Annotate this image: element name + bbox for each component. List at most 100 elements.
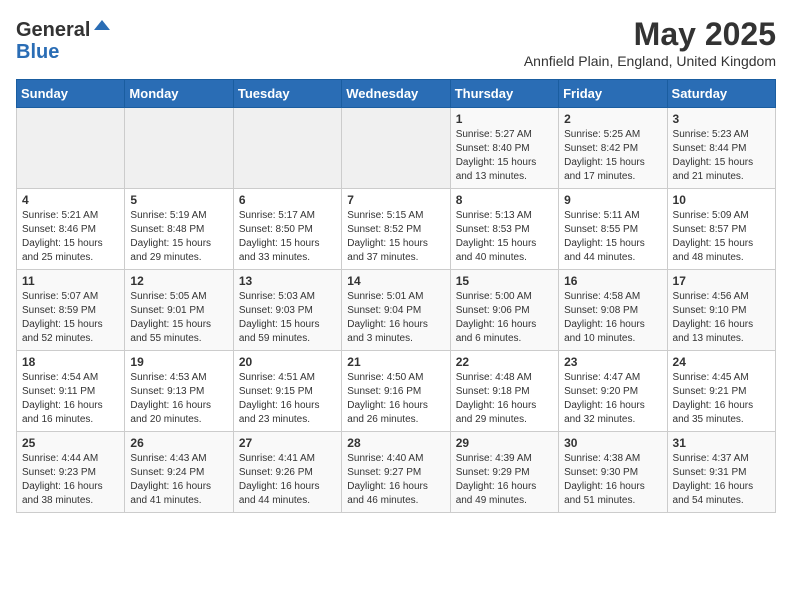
calendar-week-1: 1 Sunrise: 5:27 AMSunset: 8:40 PMDaylight… — [17, 108, 776, 189]
day-number: 18 — [22, 355, 119, 369]
day-info: Sunrise: 5:15 AMSunset: 8:52 PMDaylight:… — [347, 209, 444, 265]
calendar-cell — [342, 108, 450, 189]
day-number: 19 — [130, 355, 227, 369]
day-info: Sunrise: 4:45 AMSunset: 9:21 PMDaylight:… — [673, 371, 770, 427]
day-number: 29 — [456, 436, 553, 450]
day-number: 16 — [564, 274, 661, 288]
calendar-cell: 29 Sunrise: 4:39 AMSunset: 9:29 PMDayligh… — [450, 432, 558, 513]
day-info: Sunrise: 4:37 AMSunset: 9:31 PMDaylight:… — [673, 452, 770, 508]
day-info: Sunrise: 5:19 AMSunset: 8:48 PMDaylight:… — [130, 209, 227, 265]
calendar-cell: 20 Sunrise: 4:51 AMSunset: 9:15 PMDayligh… — [233, 351, 341, 432]
day-info: Sunrise: 4:54 AMSunset: 9:11 PMDaylight:… — [22, 371, 119, 427]
day-number: 27 — [239, 436, 336, 450]
day-number: 2 — [564, 112, 661, 126]
day-number: 11 — [22, 274, 119, 288]
column-header-thursday: Thursday — [450, 80, 558, 108]
day-info: Sunrise: 4:48 AMSunset: 9:18 PMDaylight:… — [456, 371, 553, 427]
day-number: 20 — [239, 355, 336, 369]
calendar-cell: 6 Sunrise: 5:17 AMSunset: 8:50 PMDaylight… — [233, 189, 341, 270]
day-info: Sunrise: 5:13 AMSunset: 8:53 PMDaylight:… — [456, 209, 553, 265]
day-number: 10 — [673, 193, 770, 207]
calendar-week-3: 11 Sunrise: 5:07 AMSunset: 8:59 PMDayligh… — [17, 270, 776, 351]
calendar-cell: 24 Sunrise: 4:45 AMSunset: 9:21 PMDayligh… — [667, 351, 775, 432]
day-info: Sunrise: 4:58 AMSunset: 9:08 PMDaylight:… — [564, 290, 661, 346]
calendar-cell: 7 Sunrise: 5:15 AMSunset: 8:52 PMDaylight… — [342, 189, 450, 270]
calendar-cell: 5Sunrise: 5:19 AMSunset: 8:48 PMDaylight… — [125, 189, 233, 270]
day-info: Sunrise: 4:56 AMSunset: 9:10 PMDaylight:… — [673, 290, 770, 346]
day-info: Sunrise: 4:40 AMSunset: 9:27 PMDaylight:… — [347, 452, 444, 508]
calendar-table: SundayMondayTuesdayWednesdayThursdayFrid… — [16, 79, 776, 513]
calendar-cell: 15 Sunrise: 5:00 AMSunset: 9:06 PMDayligh… — [450, 270, 558, 351]
day-info: Sunrise: 4:47 AMSunset: 9:20 PMDaylight:… — [564, 371, 661, 427]
column-header-tuesday: Tuesday — [233, 80, 341, 108]
day-number: 24 — [673, 355, 770, 369]
calendar-cell: 30 Sunrise: 4:38 AMSunset: 9:30 PMDayligh… — [559, 432, 667, 513]
day-info: Sunrise: 5:03 AMSunset: 9:03 PMDaylight:… — [239, 290, 336, 346]
column-header-monday: Monday — [125, 80, 233, 108]
day-info: Sunrise: 5:17 AMSunset: 8:50 PMDaylight:… — [239, 209, 336, 265]
column-header-wednesday: Wednesday — [342, 80, 450, 108]
day-info: Sunrise: 5:25 AMSunset: 8:42 PMDaylight:… — [564, 128, 661, 184]
calendar-cell: 23 Sunrise: 4:47 AMSunset: 9:20 PMDayligh… — [559, 351, 667, 432]
calendar-cell: 4 Sunrise: 5:21 AMSunset: 8:46 PMDaylight… — [17, 189, 125, 270]
day-number: 14 — [347, 274, 444, 288]
day-number: 13 — [239, 274, 336, 288]
day-number: 12 — [130, 274, 227, 288]
calendar-cell: 10 Sunrise: 5:09 AMSunset: 8:57 PMDayligh… — [667, 189, 775, 270]
column-header-friday: Friday — [559, 80, 667, 108]
column-header-saturday: Saturday — [667, 80, 775, 108]
calendar-cell: 26 Sunrise: 4:43 AMSunset: 9:24 PMDayligh… — [125, 432, 233, 513]
calendar-week-4: 18 Sunrise: 4:54 AMSunset: 9:11 PMDayligh… — [17, 351, 776, 432]
location-subtitle: Annfield Plain, England, United Kingdom — [524, 53, 776, 69]
day-number: 28 — [347, 436, 444, 450]
calendar-cell: 1 Sunrise: 5:27 AMSunset: 8:40 PMDaylight… — [450, 108, 558, 189]
day-info: Sunrise: 5:09 AMSunset: 8:57 PMDaylight:… — [673, 209, 770, 265]
calendar-cell: 3 Sunrise: 5:23 AMSunset: 8:44 PMDaylight… — [667, 108, 775, 189]
calendar-cell: 25Sunrise: 4:44 AMSunset: 9:23 PMDayligh… — [17, 432, 125, 513]
calendar-cell: 13 Sunrise: 5:03 AMSunset: 9:03 PMDayligh… — [233, 270, 341, 351]
calendar-cell — [125, 108, 233, 189]
month-title: May 2025 — [524, 16, 776, 53]
calendar-cell: 2 Sunrise: 5:25 AMSunset: 8:42 PMDaylight… — [559, 108, 667, 189]
day-number: 30 — [564, 436, 661, 450]
day-info: Sunrise: 5:21 AMSunset: 8:46 PMDaylight:… — [22, 209, 119, 265]
day-number: 23 — [564, 355, 661, 369]
logo: General Blue — [16, 16, 112, 63]
day-number: 9 — [564, 193, 661, 207]
calendar-cell: 31 Sunrise: 4:37 AMSunset: 9:31 PMDayligh… — [667, 432, 775, 513]
day-info: Sunrise: 5:27 AMSunset: 8:40 PMDaylight:… — [456, 128, 553, 184]
logo-icon — [92, 16, 112, 36]
calendar-cell: 18 Sunrise: 4:54 AMSunset: 9:11 PMDayligh… — [17, 351, 125, 432]
day-info: Sunrise: 5:00 AMSunset: 9:06 PMDaylight:… — [456, 290, 553, 346]
day-info: Sunrise: 4:51 AMSunset: 9:15 PMDaylight:… — [239, 371, 336, 427]
day-info: Sunrise: 5:23 AMSunset: 8:44 PMDaylight:… — [673, 128, 770, 184]
day-number: 3 — [673, 112, 770, 126]
day-number: 25 — [22, 436, 119, 450]
title-block: May 2025 Annfield Plain, England, United… — [524, 16, 776, 69]
day-info: Sunrise: 5:11 AMSunset: 8:55 PMDaylight:… — [564, 209, 661, 265]
logo-blue: Blue — [16, 41, 59, 63]
calendar-cell: 12Sunrise: 5:05 AMSunset: 9:01 PMDayligh… — [125, 270, 233, 351]
day-number: 31 — [673, 436, 770, 450]
calendar-cell: 22 Sunrise: 4:48 AMSunset: 9:18 PMDayligh… — [450, 351, 558, 432]
day-number: 1 — [456, 112, 553, 126]
logo-general: General — [16, 19, 90, 41]
day-number: 15 — [456, 274, 553, 288]
calendar-cell: 11 Sunrise: 5:07 AMSunset: 8:59 PMDayligh… — [17, 270, 125, 351]
day-number: 26 — [130, 436, 227, 450]
calendar-cell: 17Sunrise: 4:56 AMSunset: 9:10 PMDayligh… — [667, 270, 775, 351]
day-number: 4 — [22, 193, 119, 207]
day-info: Sunrise: 4:43 AMSunset: 9:24 PMDaylight:… — [130, 452, 227, 508]
day-info: Sunrise: 4:39 AMSunset: 9:29 PMDaylight:… — [456, 452, 553, 508]
day-info: Sunrise: 5:07 AMSunset: 8:59 PMDaylight:… — [22, 290, 119, 346]
page-header: General Blue May 2025 Annfield Plain, En… — [16, 16, 776, 69]
column-header-sunday: Sunday — [17, 80, 125, 108]
calendar-cell: 21Sunrise: 4:50 AMSunset: 9:16 PMDayligh… — [342, 351, 450, 432]
day-number: 7 — [347, 193, 444, 207]
day-info: Sunrise: 4:38 AMSunset: 9:30 PMDaylight:… — [564, 452, 661, 508]
day-number: 6 — [239, 193, 336, 207]
day-number: 22 — [456, 355, 553, 369]
calendar-cell — [233, 108, 341, 189]
calendar-cell: 8Sunrise: 5:13 AMSunset: 8:53 PMDaylight… — [450, 189, 558, 270]
calendar-header-row: SundayMondayTuesdayWednesdayThursdayFrid… — [17, 80, 776, 108]
